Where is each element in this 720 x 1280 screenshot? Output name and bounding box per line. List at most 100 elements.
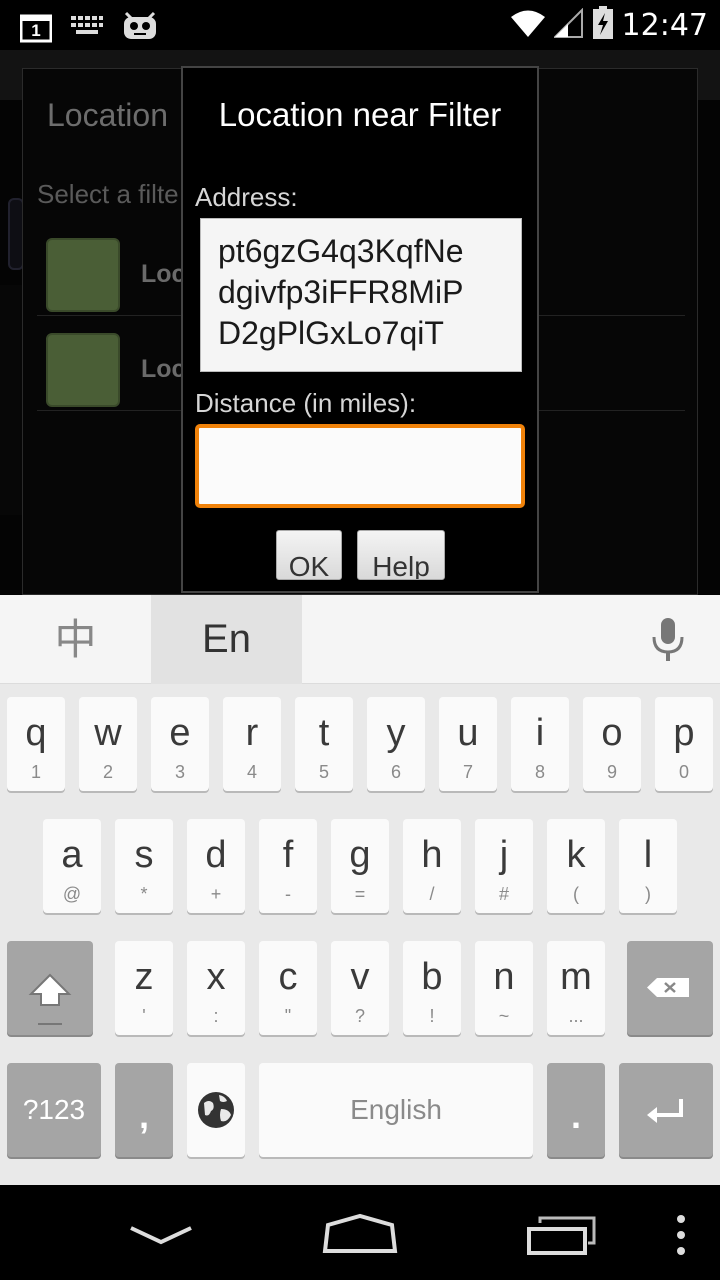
enter-key[interactable]	[619, 1063, 713, 1157]
shift-icon	[28, 973, 72, 1025]
battery-charging-icon	[592, 6, 614, 45]
key-c[interactable]: c "	[259, 941, 317, 1035]
key-secondary-label: 2	[102, 762, 113, 782]
backspace-icon	[647, 978, 689, 997]
key-j[interactable]: j #	[475, 819, 533, 913]
symbols-key[interactable]: ?123	[7, 1063, 101, 1157]
shift-key[interactable]	[7, 941, 93, 1035]
key-a[interactable]: a @	[43, 819, 101, 913]
key-secondary-label: 3	[174, 762, 185, 782]
key-m[interactable]: m...	[547, 941, 605, 1035]
chinese-mode-tab[interactable]: 中	[0, 595, 151, 684]
key-label: l	[643, 834, 653, 876]
key-b[interactable]: b!	[403, 941, 461, 1035]
key-g[interactable]: g =	[331, 819, 389, 913]
filter-swatch	[46, 238, 120, 312]
key-w[interactable]: w2	[79, 697, 137, 791]
key-r[interactable]: r4	[223, 697, 281, 791]
dialog-title: Location near Filter	[218, 96, 502, 133]
home-icon[interactable]	[322, 1213, 398, 1255]
key-label: p	[673, 712, 695, 754]
overflow-menu-icon[interactable]	[674, 1213, 688, 1257]
filter-swatch	[46, 333, 120, 407]
key-label: i	[535, 712, 545, 754]
address-line: D2gPlGxLo7qiT	[218, 315, 444, 351]
key-secondary-label: 6	[390, 762, 401, 782]
key-label: s	[134, 834, 154, 876]
key-d[interactable]: d +	[187, 819, 245, 913]
delete-key[interactable]	[627, 941, 713, 1035]
key-secondary-label: +	[210, 884, 222, 904]
key-label: o	[601, 712, 623, 754]
distance-field[interactable]	[195, 424, 525, 508]
soft-keyboard: 中 En q1w2e3r4t5y6u7i8o9p0 a @ s * d + f - g = h / j #…	[0, 595, 720, 1185]
wifi-icon	[510, 8, 546, 43]
key-s[interactable]: s *	[115, 819, 173, 913]
cyanogen-mascot-icon	[122, 9, 158, 46]
voice-input-button[interactable]	[640, 615, 696, 665]
key-k[interactable]: k(	[547, 819, 605, 913]
space-key-label: English	[350, 1094, 442, 1125]
key-y[interactable]: y6	[367, 697, 425, 791]
key-h[interactable]: h /	[403, 819, 461, 913]
key-i[interactable]: i8	[511, 697, 569, 791]
address-field[interactable]: pt6gzG4q3KqfNe dgivfp3iFFR8MiP D2gPlGxLo…	[200, 218, 522, 372]
key-label: c	[278, 956, 298, 998]
key-label: d	[205, 834, 227, 876]
key-secondary-label: 7	[462, 762, 473, 782]
key-o[interactable]: o9	[583, 697, 641, 791]
key-label: v	[350, 956, 370, 998]
key-secondary-label: 0	[678, 762, 689, 782]
key-secondary-label: @	[62, 884, 82, 904]
key-secondary-label: (	[573, 884, 579, 904]
key-secondary-label: *	[140, 884, 148, 904]
keyboard-icon	[70, 14, 104, 41]
notification-count-icon: 1	[19, 13, 53, 43]
key-p[interactable]: p0	[655, 697, 713, 791]
key-f[interactable]: f-	[259, 819, 317, 913]
period-key[interactable]: .	[547, 1063, 605, 1157]
key-label: f	[282, 834, 294, 876]
key-secondary-label: =	[354, 884, 366, 904]
address-line: pt6gzG4q3KqfNe	[218, 233, 464, 269]
key-l[interactable]: l)	[619, 819, 677, 913]
key-label: e	[169, 712, 191, 754]
key-q[interactable]: q1	[7, 697, 65, 791]
comma-key-label: ,	[138, 1095, 149, 1136]
key-secondary-label: ...	[568, 1006, 584, 1026]
symbols-key-label: ?123	[22, 1094, 86, 1125]
key-x[interactable]: x:	[187, 941, 245, 1035]
screen: 1 12:47 Location Select a filte Loca Loc…	[0, 0, 720, 1280]
key-v[interactable]: v?	[331, 941, 389, 1035]
key-u[interactable]: u7	[439, 697, 497, 791]
key-label: g	[349, 834, 371, 876]
key-secondary-label: 9	[606, 762, 617, 782]
key-secondary-label: ?	[354, 1006, 365, 1026]
key-label: z	[134, 956, 154, 998]
key-secondary-label: ~	[498, 1006, 510, 1026]
recent-apps-icon[interactable]	[526, 1215, 598, 1255]
location-near-dialog: Location near Filter Address: pt6gzG4q3K…	[181, 66, 539, 593]
key-label: y	[386, 712, 406, 754]
period-key-label: .	[570, 1095, 581, 1136]
ok-button[interactable]: OK	[276, 530, 342, 580]
key-secondary-label: 8	[534, 762, 545, 782]
key-secondary-label: #	[498, 884, 509, 904]
language-switch-key[interactable]	[187, 1063, 245, 1157]
key-label: m	[560, 956, 592, 998]
key-n[interactable]: n ~	[475, 941, 533, 1035]
back-icon[interactable]	[128, 1223, 194, 1247]
key-secondary-label: 4	[246, 762, 257, 782]
help-button[interactable]: Help	[357, 530, 445, 580]
key-t[interactable]: t5	[295, 697, 353, 791]
microphone-icon	[652, 618, 684, 661]
space-key[interactable]: English	[259, 1063, 533, 1157]
key-secondary-label: :	[213, 1006, 219, 1026]
key-secondary-label: '	[142, 1006, 146, 1026]
cell-signal-icon	[552, 7, 584, 43]
english-mode-tab[interactable]: En	[151, 595, 302, 684]
key-z[interactable]: z '	[115, 941, 173, 1035]
filter-dialog-title: Location	[47, 97, 168, 133]
comma-key[interactable]: ,	[115, 1063, 173, 1157]
key-e[interactable]: e3	[151, 697, 209, 791]
